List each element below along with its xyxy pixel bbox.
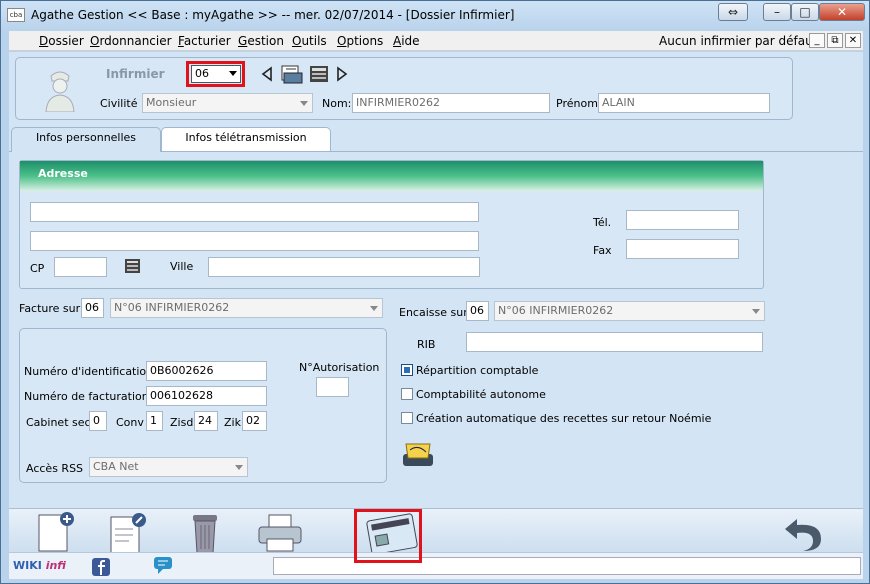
ville-label: Ville — [170, 260, 194, 273]
creation-auto-label: Création automatique des recettes sur re… — [416, 412, 712, 425]
encaisse-number-field[interactable]: 06 — [466, 301, 489, 321]
ville-field[interactable] — [208, 257, 480, 277]
client-area: Infirmier 06 Civilité Monsieur Nom: INFI… — [9, 52, 863, 579]
back-arrow-icon[interactable] — [779, 511, 829, 555]
highlight-nurse-number — [186, 61, 245, 87]
maximize-button[interactable]: □ — [791, 3, 819, 21]
app-icon: cba — [7, 8, 25, 22]
fax-field[interactable] — [626, 239, 739, 259]
acces-rss-label: Accès RSS — [26, 462, 84, 475]
printer-icon[interactable] — [255, 511, 305, 555]
tel-label: Tél. — [593, 216, 612, 229]
nurse-avatar-icon — [45, 71, 75, 112]
civilite-select[interactable]: Monsieur — [142, 93, 313, 113]
close-button[interactable]: ✕ — [819, 3, 865, 21]
wiki-link[interactable]: WIKI infi — [13, 559, 66, 572]
autorisation-label: N°Autorisation — [299, 361, 380, 374]
menu-ordonnancier[interactable]: Ordonnancier — [90, 34, 172, 48]
trash-icon[interactable] — [181, 511, 231, 555]
repartition-checkbox[interactable] — [401, 364, 413, 376]
nom-label: Nom: — [322, 97, 352, 110]
bottom-bar: WIKI infi — [9, 552, 863, 579]
minimize-button[interactable]: – — [763, 3, 791, 21]
city-lookup-icon[interactable] — [124, 257, 142, 275]
previous-arrow-icon[interactable] — [260, 66, 274, 82]
nom-field[interactable]: INFIRMIER0262 — [352, 93, 550, 113]
civilite-label: Civilité — [100, 97, 138, 110]
menu-facturier[interactable]: Facturier — [178, 34, 231, 48]
cabinet-sec-field[interactable]: 0 — [89, 411, 107, 431]
menu-gestion[interactable]: Gestion — [238, 34, 284, 48]
identification-box: Numéro d'identification 0B6002626 Numéro… — [19, 328, 387, 483]
rib-label: RIB — [417, 338, 436, 351]
switch-button[interactable]: ⇔ — [718, 3, 748, 21]
address-box: Adresse CP Ville Tél. Fax — [19, 160, 764, 289]
edit-document-icon[interactable] — [103, 511, 153, 555]
menu-outils[interactable]: Outils — [292, 34, 327, 48]
address-line1-field[interactable] — [30, 202, 479, 222]
zisd-label: Zisd — [170, 416, 194, 429]
creation-auto-checkbox[interactable] — [401, 412, 413, 424]
conv-label: Conv — [116, 416, 144, 429]
highlight-nurse-card — [354, 509, 422, 563]
facture-sur-select[interactable]: N°06 INFIRMIER0262 — [110, 298, 383, 318]
zik-label: Zik — [224, 416, 241, 429]
facebook-icon[interactable] — [91, 557, 111, 577]
title-bar[interactable]: cba Agathe Gestion << Base : myAgathe >>… — [1, 1, 869, 29]
edit-card-icon[interactable] — [280, 63, 304, 85]
zisd-field[interactable]: 24 — [194, 411, 218, 431]
nurse-header: Infirmier 06 Civilité Monsieur Nom: INFI… — [15, 57, 793, 120]
fax-label: Fax — [593, 244, 612, 257]
address-header: Adresse — [20, 161, 763, 191]
nurse-title: Infirmier — [106, 67, 165, 81]
facture-number-field[interactable]: 06 — [81, 298, 104, 318]
conv-field[interactable]: 1 — [146, 411, 163, 431]
menu-dossier[interactable]: Dossier — [39, 34, 84, 48]
num-identification-label: Numéro d'identification — [24, 365, 154, 378]
calculator-icon[interactable] — [308, 64, 330, 84]
mdi-close-button[interactable]: ✕ — [845, 33, 861, 48]
cp-label: CP — [30, 262, 45, 275]
card-reader-icon[interactable] — [400, 440, 436, 470]
num-identification-field[interactable]: 0B6002626 — [146, 361, 267, 381]
mdi-minimize-button[interactable]: _ — [809, 33, 825, 48]
autorisation-field[interactable] — [316, 377, 349, 397]
encaisse-sur-label: Encaisse sur — [399, 306, 468, 319]
default-nurse-label[interactable]: Aucun infirmier par défaut — [659, 34, 817, 48]
num-facturation-field[interactable]: 006102628 — [146, 386, 267, 406]
encaisse-sur-select[interactable]: N°06 INFIRMIER0262 — [494, 301, 765, 321]
rib-field[interactable] — [466, 332, 763, 352]
tab-infos-personnelles[interactable]: Infos personnelles — [11, 127, 161, 152]
address-line2-field[interactable] — [30, 231, 479, 251]
prenom-label: Prénom — [556, 97, 598, 110]
menu-aide[interactable]: Aide — [393, 34, 420, 48]
window-title: Agathe Gestion << Base : myAgathe >> -- … — [31, 8, 515, 22]
menu-bar: Dossier Ordonnancier Facturier Gestion O… — [9, 31, 863, 51]
num-facturation-label: Numéro de facturation — [24, 390, 149, 403]
repartition-label: Répartition comptable — [416, 364, 539, 377]
cp-field[interactable] — [54, 257, 107, 277]
menu-options[interactable]: Options — [337, 34, 383, 48]
new-document-icon[interactable] — [31, 511, 81, 555]
cabinet-sec-label: Cabinet sec. — [26, 416, 95, 429]
compta-autonome-checkbox[interactable] — [401, 388, 413, 400]
acces-rss-select[interactable]: CBA Net — [89, 457, 248, 477]
compta-autonome-label: Comptabilité autonome — [416, 388, 546, 401]
facture-sur-label: Facture sur — [19, 302, 81, 315]
prenom-field[interactable]: ALAIN — [598, 93, 770, 113]
application-window: cba Agathe Gestion << Base : myAgathe >>… — [0, 0, 870, 584]
zik-field[interactable]: 02 — [242, 411, 267, 431]
tab-panel: Adresse CP Ville Tél. Fax Facture sur 06… — [9, 151, 863, 506]
bottom-toolbar — [9, 508, 863, 563]
chat-icon[interactable] — [153, 556, 175, 576]
tel-field[interactable] — [626, 210, 739, 230]
next-arrow-icon[interactable] — [335, 66, 349, 82]
tab-infos-teletransmission[interactable]: Infos télétransmission — [161, 127, 331, 151]
mdi-restore-button[interactable]: ⧉ — [827, 33, 843, 48]
